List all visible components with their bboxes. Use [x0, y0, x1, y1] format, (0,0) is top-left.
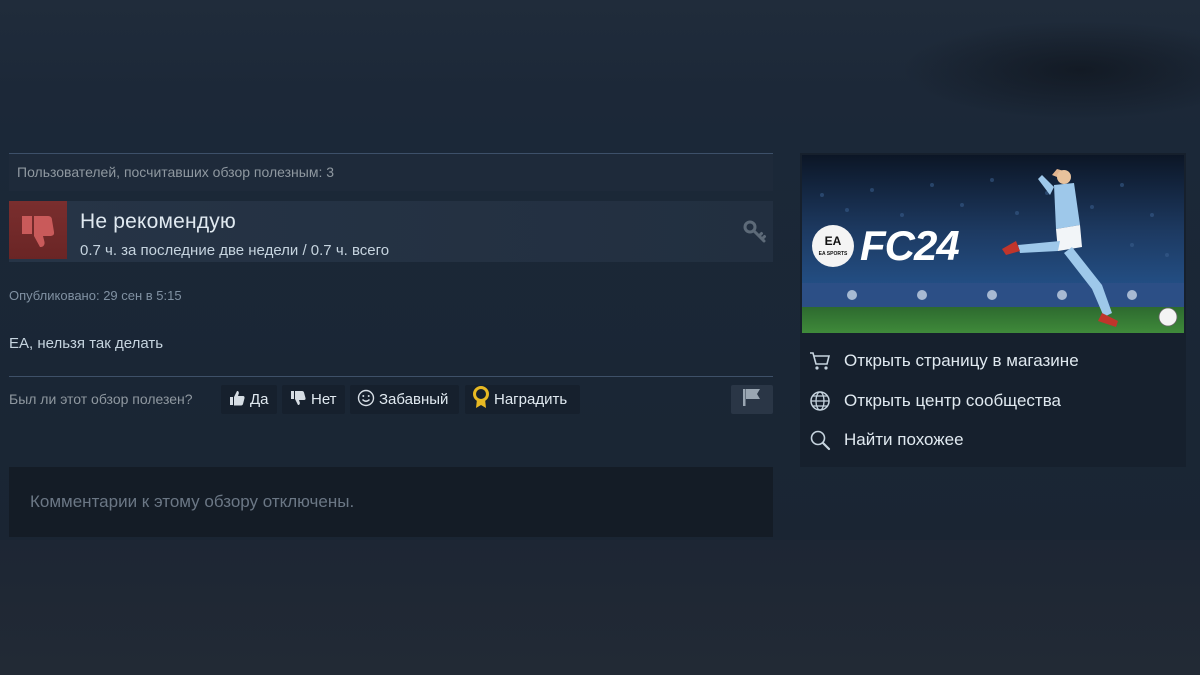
- search-icon: [808, 428, 832, 452]
- thumbs-down-icon: [9, 201, 67, 259]
- community-hub-link[interactable]: Открыть центр сообщества: [808, 388, 1178, 414]
- thumbs-down-small-icon: [289, 389, 307, 411]
- comments-disabled-notice: Комментарии к этому обзору отключены.: [9, 467, 773, 537]
- globe-icon: [808, 389, 832, 413]
- award-button[interactable]: Наградить: [465, 385, 580, 414]
- top-banner-area: [0, 0, 1200, 135]
- banner-shadow: [900, 20, 1200, 120]
- community-hub-link-label: Открыть центр сообщества: [844, 391, 1062, 410]
- smiley-icon: [357, 389, 375, 411]
- flag-icon: [741, 387, 763, 412]
- cart-icon: [808, 349, 832, 373]
- bottom-area: [0, 540, 1200, 675]
- vote-yes-button[interactable]: Да: [221, 385, 277, 414]
- ea-logo-badge: EA: [825, 234, 842, 248]
- vote-question: Был ли этот обзор полезен?: [9, 391, 193, 407]
- award-icon: [472, 385, 490, 414]
- posted-date: Опубликовано: 29 сен в 5:15: [9, 288, 182, 303]
- store-page-link[interactable]: Открыть страницу в магазине: [808, 348, 1178, 374]
- store-page-link-label: Открыть страницу в магазине: [844, 351, 1079, 370]
- vote-yes-label: Да: [250, 391, 269, 408]
- vote-funny-label: Забавный: [379, 391, 449, 408]
- vote-row: Был ли этот обзор полезен? Да Нет Забавн…: [9, 385, 773, 415]
- find-similar-link-label: Найти похожее: [844, 430, 964, 449]
- playtime-text: 0.7 ч. за последние две недели / 0.7 ч. …: [80, 242, 390, 259]
- key-icon[interactable]: [743, 220, 767, 244]
- vote-no-button[interactable]: Нет: [282, 385, 345, 414]
- report-flag-button[interactable]: [731, 385, 773, 414]
- review-verdict-box: Не рекомендую 0.7 ч. за последние две не…: [9, 201, 773, 262]
- helpful-count: Пользователей, посчитавших обзор полезны…: [9, 153, 773, 191]
- review-text: EA, нельзя так делать: [9, 335, 164, 352]
- divider: [9, 376, 773, 377]
- game-capsule-image[interactable]: EA EA SPORTS FC24: [802, 155, 1184, 333]
- find-similar-link[interactable]: Найти похожее: [808, 427, 1178, 453]
- thumbs-up-icon: [228, 389, 246, 411]
- game-side-panel: EA EA SPORTS FC24 Открыть страницу в маг…: [800, 153, 1186, 467]
- game-logo-text: FC24: [860, 222, 959, 269]
- award-label: Наградить: [494, 391, 568, 408]
- vote-no-label: Нет: [311, 391, 337, 408]
- verdict-label: Не рекомендую: [80, 210, 236, 233]
- ea-logo-sports: EA SPORTS: [819, 251, 848, 257]
- vote-funny-button[interactable]: Забавный: [350, 385, 459, 414]
